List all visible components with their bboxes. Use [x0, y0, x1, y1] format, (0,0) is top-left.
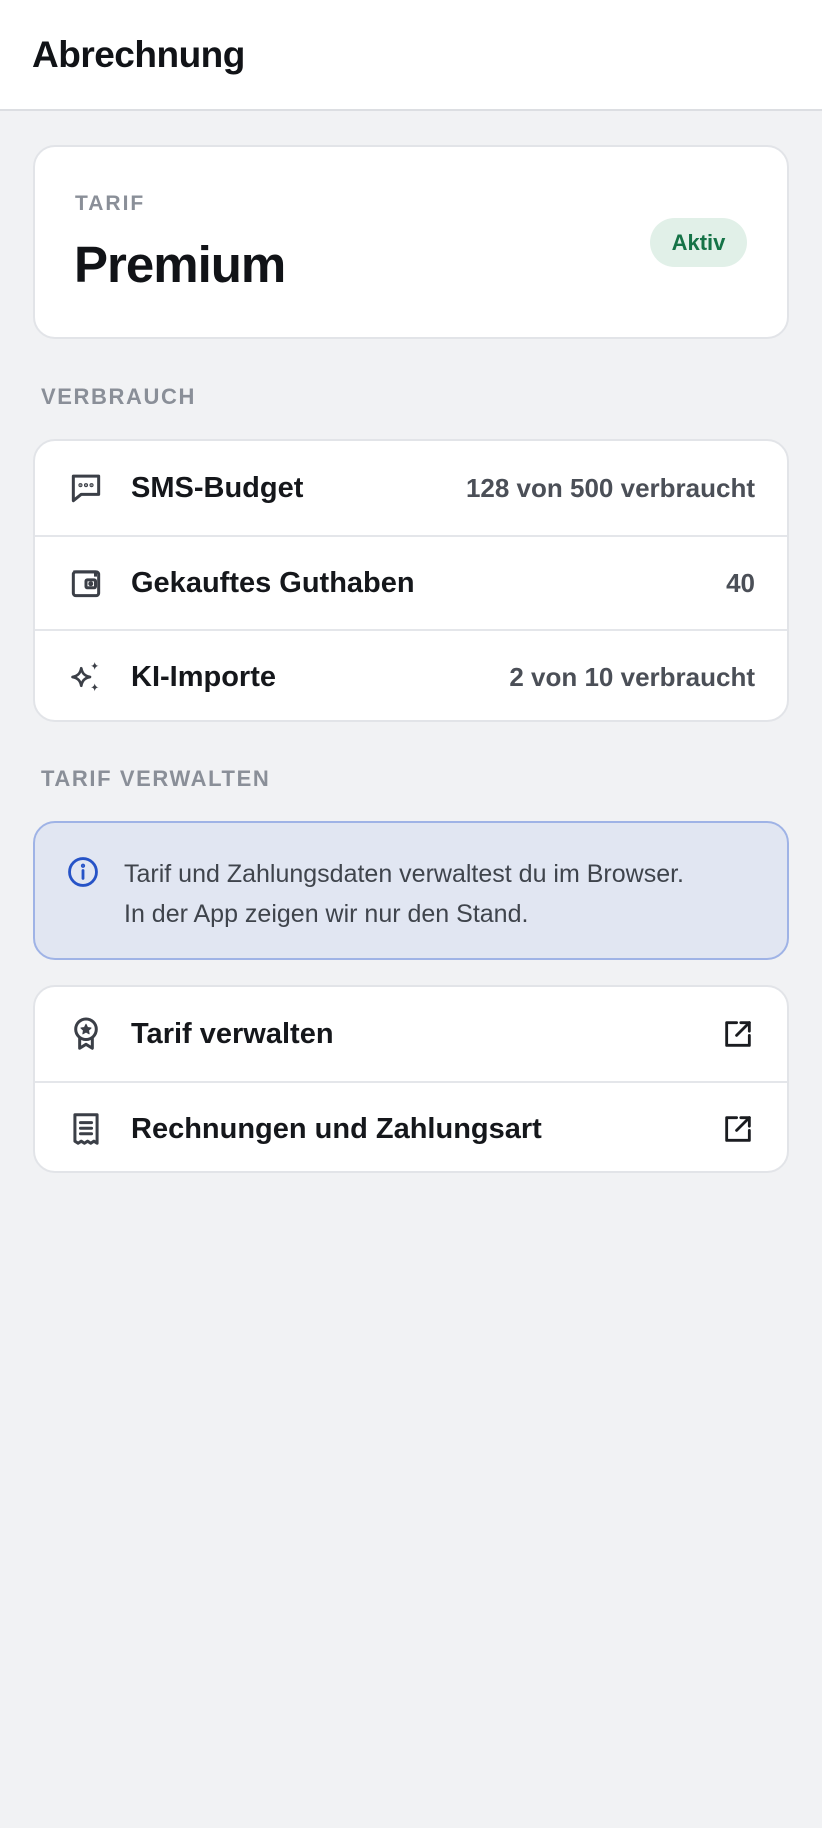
usage-label: KI-Importe: [131, 660, 276, 693]
usage-value: 40: [726, 567, 755, 598]
usage-row-sms-budget: SMS-Budget 128 von 500 verbraucht: [35, 441, 787, 535]
info-text-line: In der App zeigen wir nur den Stand.: [124, 900, 529, 928]
usage-card: SMS-Budget 128 von 500 verbraucht Gekauf…: [33, 439, 789, 722]
usage-value: 128 von 500 verbraucht: [465, 472, 755, 503]
manage-plan-link[interactable]: Tarif verwalten: [35, 987, 787, 1081]
plan-eyebrow: TARIF: [75, 192, 146, 215]
usage-row-ai-imports: KI-Importe 2 von 10 verbraucht: [35, 629, 787, 720]
app-header: Abrechnung: [0, 0, 822, 111]
manage-links-card: Tarif verwalten Rechnungen und Zahlungsa…: [33, 985, 789, 1173]
invoices-payment-link[interactable]: Rechnungen und Zahlungsart: [35, 1081, 787, 1171]
wallet-icon: [67, 564, 105, 602]
usage-label: SMS-Budget: [131, 471, 304, 504]
usage-label: Gekauftes Guthaben: [131, 566, 415, 599]
info-text: Tarif und Zahlungsdaten verwaltest du im…: [124, 854, 764, 934]
usage-row-purchased-credit: Gekauftes Guthaben 40: [35, 535, 787, 629]
manage-section-label: TARIF VERWALTEN: [41, 766, 271, 791]
usage-section-label: VERBRAUCH: [41, 384, 196, 409]
plan-card: TARIF Premium Aktiv: [33, 145, 789, 339]
receipt-icon: [67, 1110, 105, 1148]
info-icon: [66, 855, 100, 889]
link-label: Tarif verwalten: [131, 1017, 334, 1050]
external-link-icon: [721, 1017, 755, 1051]
page-title: Abrechnung: [32, 34, 245, 75]
sms-icon: [67, 469, 105, 507]
usage-value: 2 von 10 verbraucht: [509, 661, 755, 692]
plan-name: Premium: [74, 236, 286, 293]
info-notice: Tarif und Zahlungsdaten verwaltest du im…: [33, 821, 789, 960]
sparkles-icon: [67, 658, 105, 696]
status-badge: Aktiv: [650, 218, 747, 267]
external-link-icon: [721, 1112, 755, 1146]
award-icon: [67, 1015, 105, 1053]
info-text-line: Tarif und Zahlungsdaten verwaltest du im…: [124, 860, 684, 888]
link-label: Rechnungen und Zahlungsart: [131, 1112, 542, 1145]
